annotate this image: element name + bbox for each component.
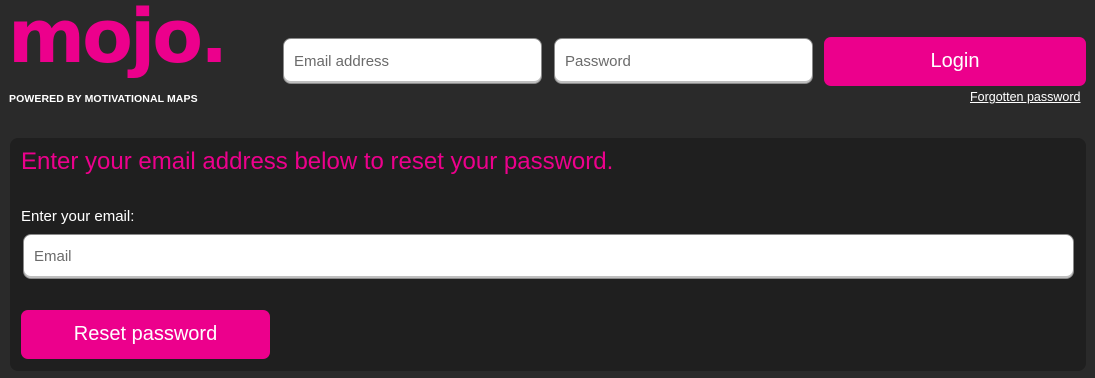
forgotten-password-link[interactable]: Forgotten password — [970, 90, 1080, 104]
reset-password-button[interactable]: Reset password — [21, 310, 270, 359]
login-button[interactable]: Login — [824, 37, 1086, 86]
reset-password-panel: Enter your email address below to reset … — [10, 138, 1086, 371]
mojo-logo: mojo. POWERED BY MOTIVATIONAL MAPS — [8, 0, 228, 106]
reset-title: Enter your email address below to reset … — [21, 148, 614, 175]
email-address-input[interactable] — [283, 38, 542, 84]
logo-tagline: POWERED BY MOTIVATIONAL MAPS — [9, 93, 198, 105]
reset-email-input[interactable] — [23, 234, 1074, 279]
email-label: Enter your email: — [21, 208, 135, 225]
logo-wordmark: mojo. — [8, 0, 228, 80]
password-input[interactable] — [554, 38, 813, 84]
